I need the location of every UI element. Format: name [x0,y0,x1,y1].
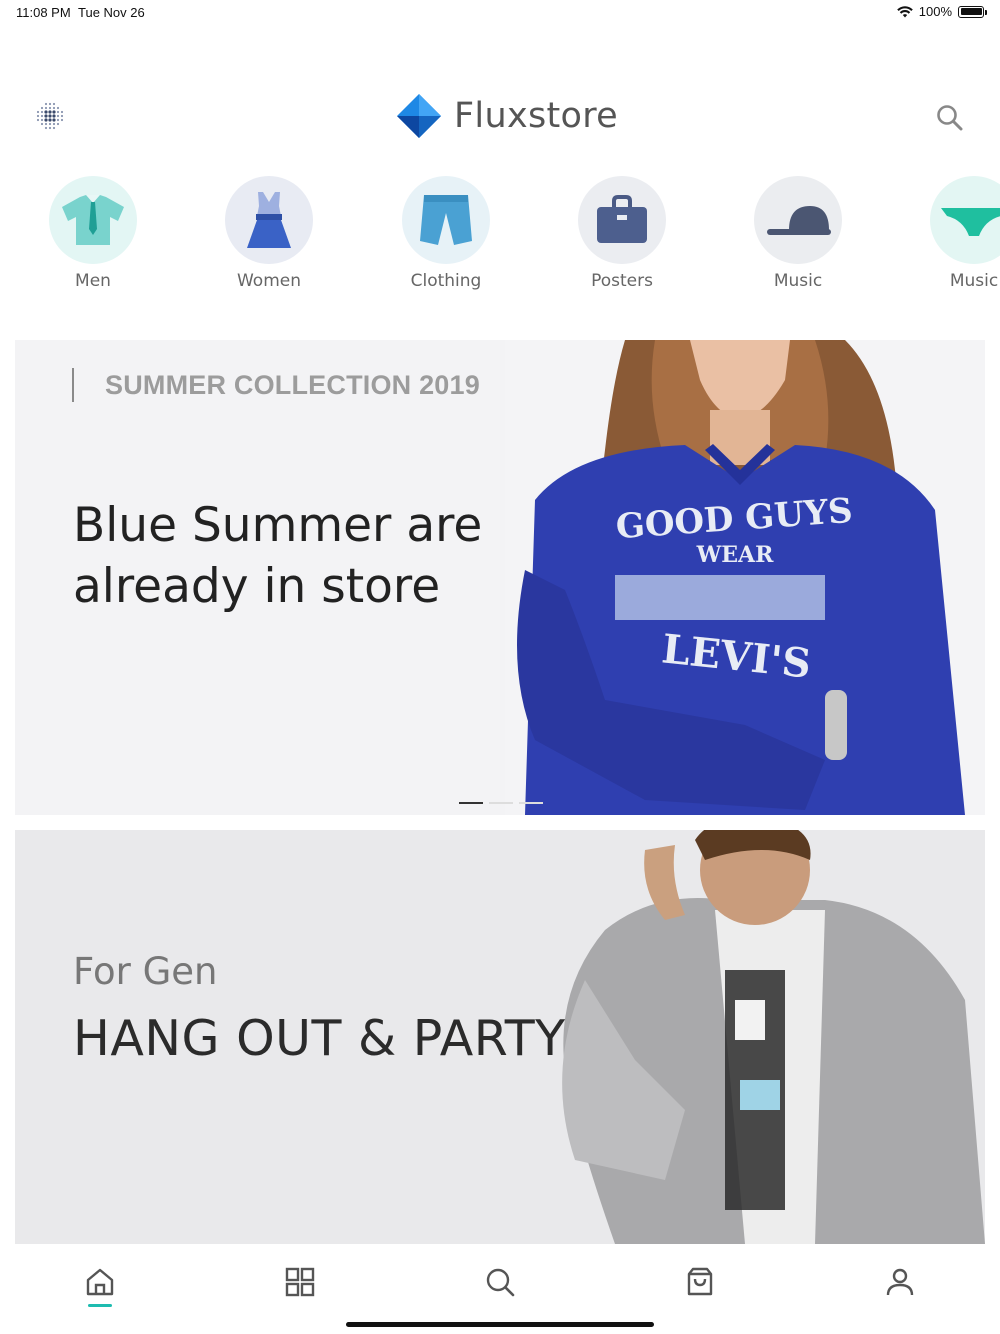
category-women[interactable]: Women [209,176,329,291]
svg-text:WEAR: WEAR [696,542,775,568]
cart-icon [687,1267,713,1296]
category-circle [754,176,842,264]
brand: Fluxstore [396,93,618,139]
carousel-dot[interactable] [489,802,513,804]
brand-name: Fluxstore [454,96,618,136]
wifi-icon [896,5,913,17]
battery-fill [960,8,982,15]
banner-subtitle: For Gen [73,950,218,993]
category-posters[interactable]: Posters [562,176,682,291]
fluxstore-logo [397,94,441,138]
category-label: Posters [591,271,653,291]
category-music[interactable]: Music [738,176,858,291]
status-time: 11:08 PM [16,5,71,20]
category-circle [49,176,137,264]
category-circle [930,176,1000,264]
banner-photo-man [545,830,985,1244]
battery-icon [958,5,987,18]
banner-photo-woman: GOOD GUYS WEAR LEVI'S [505,340,985,815]
nav-home[interactable] [80,1262,120,1302]
banner-accent-bar [72,368,74,402]
dress-icon [247,192,291,248]
shorts-icon [420,195,472,245]
banner-title: Blue Summer are already in store [73,498,483,614]
category-label: Men [75,271,111,291]
status-right: 100% [896,4,987,19]
menu-dots-icon[interactable] [33,99,67,133]
banner-hang-out[interactable]: For Gen HANG OUT & PARTY [15,830,985,1244]
grid-icon [285,1267,315,1297]
carousel-indicator [459,802,543,804]
nav-active-indicator [88,1304,112,1307]
search-icon [486,1268,515,1297]
shirt-icon [62,195,124,245]
app-header: Fluxstore [0,80,1000,155]
home-indicator [346,1322,654,1327]
battery-percent: 100% [918,4,952,19]
category-label: Music [949,271,999,291]
carousel-dot[interactable] [519,802,543,804]
banner-summer-collection[interactable]: GOOD GUYS WEAR LEVI'S SUMMER COLLECTION … [15,340,985,815]
category-label: Clothing [410,271,482,291]
category-men[interactable]: Men [33,176,153,291]
search-icon[interactable] [934,102,966,134]
category-circle [578,176,666,264]
bottom-nav [0,1244,1000,1334]
nav-profile[interactable] [880,1262,920,1302]
home-icon [86,1268,114,1296]
category-circle [225,176,313,264]
underwear-icon [941,208,1000,236]
category-label: Women [236,271,301,291]
carousel-dot[interactable] [459,802,483,804]
banner-title: HANG OUT & PARTY [73,1010,566,1067]
status-date: Tue Nov 26 [78,5,145,20]
nav-categories[interactable] [280,1262,320,1302]
category-label: Music [773,271,823,291]
status-bar: 11:08 PM Tue Nov 26 100% [0,0,1000,26]
home-screen: 11:08 PM Tue Nov 26 100% Fluxstore Men W… [0,0,1000,1334]
category-circle [402,176,490,264]
nav-cart[interactable] [680,1262,720,1302]
category-music-2[interactable]: Music [914,176,1000,291]
user-icon [886,1268,914,1296]
cap-icon [767,206,831,235]
category-list: Men Women Clothing Posters Music Music [0,176,1000,296]
nav-search[interactable] [480,1262,520,1302]
bag-icon [597,195,647,243]
banner-subtitle: SUMMER COLLECTION 2019 [105,370,480,400]
category-clothing[interactable]: Clothing [386,176,506,291]
